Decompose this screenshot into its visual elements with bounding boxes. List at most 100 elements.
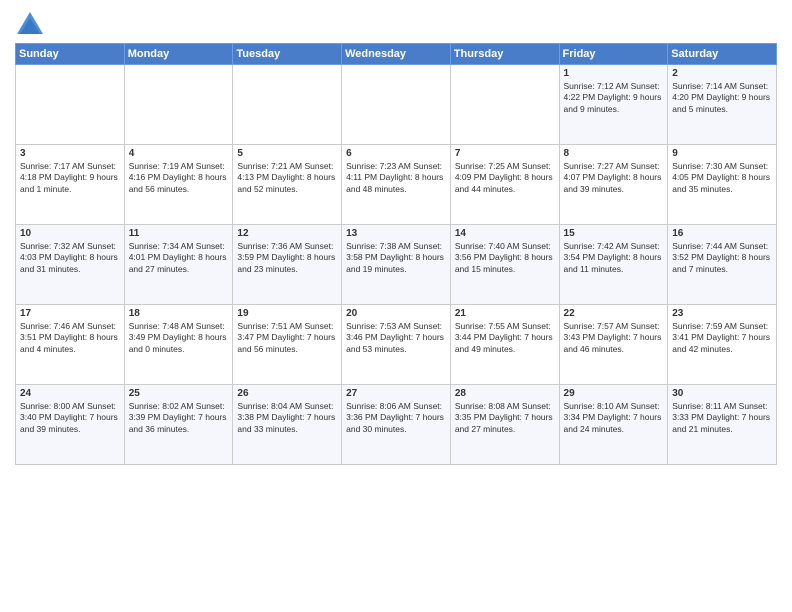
calendar-cell: 30 Sunrise: 8:11 AM Sunset: 3:33 PM Dayli…	[668, 385, 777, 465]
day-info: Sunrise: 7:23 AM Sunset: 4:11 PM Dayligh…	[346, 161, 446, 195]
calendar-cell	[233, 65, 342, 145]
calendar-cell: 18 Sunrise: 7:48 AM Sunset: 3:49 PM Dayli…	[124, 305, 233, 385]
day-number: 30	[672, 388, 772, 399]
day-info: Sunrise: 8:11 AM Sunset: 3:33 PM Dayligh…	[672, 401, 772, 435]
day-number: 22	[564, 308, 664, 319]
day-info: Sunrise: 7:38 AM Sunset: 3:58 PM Dayligh…	[346, 241, 446, 275]
day-number: 6	[346, 148, 446, 159]
day-number: 27	[346, 388, 446, 399]
day-info: Sunrise: 8:00 AM Sunset: 3:40 PM Dayligh…	[20, 401, 120, 435]
calendar-cell: 6 Sunrise: 7:23 AM Sunset: 4:11 PM Daylig…	[342, 145, 451, 225]
day-number: 10	[20, 228, 120, 239]
calendar-cell: 20 Sunrise: 7:53 AM Sunset: 3:46 PM Dayli…	[342, 305, 451, 385]
day-info: Sunrise: 7:48 AM Sunset: 3:49 PM Dayligh…	[129, 321, 229, 355]
calendar-cell: 8Sunrise: 7:27 AM Sunset: 4:07 PM Daylig…	[559, 145, 668, 225]
day-info: Sunrise: 7:59 AM Sunset: 3:41 PM Dayligh…	[672, 321, 772, 355]
day-info: Sunrise: 7:55 AM Sunset: 3:44 PM Dayligh…	[455, 321, 555, 355]
calendar-cell: 9Sunrise: 7:30 AM Sunset: 4:05 PM Daylig…	[668, 145, 777, 225]
calendar-week-row: 3Sunrise: 7:17 AM Sunset: 4:18 PM Daylig…	[16, 145, 777, 225]
day-number: 26	[237, 388, 337, 399]
day-number: 1	[564, 68, 664, 79]
calendar-cell: 19 Sunrise: 7:51 AM Sunset: 3:47 PM Dayli…	[233, 305, 342, 385]
weekday-header: Tuesday	[233, 44, 342, 65]
day-number: 9	[672, 148, 772, 159]
weekday-header: Sunday	[16, 44, 125, 65]
calendar-cell: 29 Sunrise: 8:10 AM Sunset: 3:34 PM Dayli…	[559, 385, 668, 465]
calendar-cell: 12 Sunrise: 7:36 AM Sunset: 3:59 PM Dayli…	[233, 225, 342, 305]
weekday-header: Wednesday	[342, 44, 451, 65]
calendar-week-row: 24 Sunrise: 8:00 AM Sunset: 3:40 PM Dayli…	[16, 385, 777, 465]
calendar-cell: 17 Sunrise: 7:46 AM Sunset: 3:51 PM Dayli…	[16, 305, 125, 385]
day-info: Sunrise: 8:06 AM Sunset: 3:36 PM Dayligh…	[346, 401, 446, 435]
calendar-cell: 1 Sunrise: 7:12 AM Sunset: 4:22 PM Daylig…	[559, 65, 668, 145]
day-info: Sunrise: 7:34 AM Sunset: 4:01 PM Dayligh…	[129, 241, 229, 275]
day-number: 24	[20, 388, 120, 399]
weekday-header: Friday	[559, 44, 668, 65]
calendar-table: SundayMondayTuesdayWednesdayThursdayFrid…	[15, 43, 777, 465]
day-number: 25	[129, 388, 229, 399]
calendar-cell: 28Sunrise: 8:08 AM Sunset: 3:35 PM Dayli…	[450, 385, 559, 465]
day-number: 20	[346, 308, 446, 319]
calendar-cell: 23 Sunrise: 7:59 AM Sunset: 3:41 PM Dayli…	[668, 305, 777, 385]
calendar-cell	[342, 65, 451, 145]
calendar-week-row: 1 Sunrise: 7:12 AM Sunset: 4:22 PM Daylig…	[16, 65, 777, 145]
calendar-cell: 27 Sunrise: 8:06 AM Sunset: 3:36 PM Dayli…	[342, 385, 451, 465]
calendar-header-row: SundayMondayTuesdayWednesdayThursdayFrid…	[16, 44, 777, 65]
calendar-cell: 3Sunrise: 7:17 AM Sunset: 4:18 PM Daylig…	[16, 145, 125, 225]
calendar-cell: 11 Sunrise: 7:34 AM Sunset: 4:01 PM Dayli…	[124, 225, 233, 305]
day-number: 8	[564, 148, 664, 159]
day-number: 15	[564, 228, 664, 239]
calendar-cell: 15 Sunrise: 7:42 AM Sunset: 3:54 PM Dayli…	[559, 225, 668, 305]
day-info: Sunrise: 8:10 AM Sunset: 3:34 PM Dayligh…	[564, 401, 664, 435]
calendar-week-row: 10Sunrise: 7:32 AM Sunset: 4:03 PM Dayli…	[16, 225, 777, 305]
day-number: 23	[672, 308, 772, 319]
day-info: Sunrise: 7:46 AM Sunset: 3:51 PM Dayligh…	[20, 321, 120, 355]
day-info: Sunrise: 7:53 AM Sunset: 3:46 PM Dayligh…	[346, 321, 446, 355]
day-number: 4	[129, 148, 229, 159]
day-number: 5	[237, 148, 337, 159]
calendar-cell: 7Sunrise: 7:25 AM Sunset: 4:09 PM Daylig…	[450, 145, 559, 225]
calendar-cell	[124, 65, 233, 145]
day-number: 14	[455, 228, 555, 239]
logo	[15, 10, 49, 38]
calendar-cell: 24 Sunrise: 8:00 AM Sunset: 3:40 PM Dayli…	[16, 385, 125, 465]
day-number: 19	[237, 308, 337, 319]
day-info: Sunrise: 7:12 AM Sunset: 4:22 PM Dayligh…	[564, 81, 664, 115]
calendar-cell	[16, 65, 125, 145]
header	[15, 10, 777, 38]
day-number: 17	[20, 308, 120, 319]
calendar-cell: 14 Sunrise: 7:40 AM Sunset: 3:56 PM Dayli…	[450, 225, 559, 305]
day-info: Sunrise: 7:42 AM Sunset: 3:54 PM Dayligh…	[564, 241, 664, 275]
calendar-cell: 22 Sunrise: 7:57 AM Sunset: 3:43 PM Dayli…	[559, 305, 668, 385]
day-info: Sunrise: 7:51 AM Sunset: 3:47 PM Dayligh…	[237, 321, 337, 355]
day-number: 2	[672, 68, 772, 79]
calendar-cell: 21Sunrise: 7:55 AM Sunset: 3:44 PM Dayli…	[450, 305, 559, 385]
calendar-cell: 4Sunrise: 7:19 AM Sunset: 4:16 PM Daylig…	[124, 145, 233, 225]
day-info: Sunrise: 7:14 AM Sunset: 4:20 PM Dayligh…	[672, 81, 772, 115]
day-number: 12	[237, 228, 337, 239]
day-number: 13	[346, 228, 446, 239]
day-number: 16	[672, 228, 772, 239]
day-number: 18	[129, 308, 229, 319]
calendar-cell: 5Sunrise: 7:21 AM Sunset: 4:13 PM Daylig…	[233, 145, 342, 225]
calendar-week-row: 17 Sunrise: 7:46 AM Sunset: 3:51 PM Dayli…	[16, 305, 777, 385]
day-number: 3	[20, 148, 120, 159]
day-info: Sunrise: 7:40 AM Sunset: 3:56 PM Dayligh…	[455, 241, 555, 275]
calendar-cell: 2 Sunrise: 7:14 AM Sunset: 4:20 PM Daylig…	[668, 65, 777, 145]
day-info: Sunrise: 7:57 AM Sunset: 3:43 PM Dayligh…	[564, 321, 664, 355]
day-number: 11	[129, 228, 229, 239]
logo-icon	[15, 10, 45, 38]
calendar-cell: 25 Sunrise: 8:02 AM Sunset: 3:39 PM Dayli…	[124, 385, 233, 465]
weekday-header: Thursday	[450, 44, 559, 65]
day-info: Sunrise: 8:02 AM Sunset: 3:39 PM Dayligh…	[129, 401, 229, 435]
day-info: Sunrise: 8:08 AM Sunset: 3:35 PM Dayligh…	[455, 401, 555, 435]
calendar-cell: 26Sunrise: 8:04 AM Sunset: 3:38 PM Dayli…	[233, 385, 342, 465]
day-number: 29	[564, 388, 664, 399]
day-number: 7	[455, 148, 555, 159]
calendar-cell: 13 Sunrise: 7:38 AM Sunset: 3:58 PM Dayli…	[342, 225, 451, 305]
day-info: Sunrise: 7:36 AM Sunset: 3:59 PM Dayligh…	[237, 241, 337, 275]
calendar-cell: 16Sunrise: 7:44 AM Sunset: 3:52 PM Dayli…	[668, 225, 777, 305]
weekday-header: Monday	[124, 44, 233, 65]
calendar-cell: 10Sunrise: 7:32 AM Sunset: 4:03 PM Dayli…	[16, 225, 125, 305]
weekday-header: Saturday	[668, 44, 777, 65]
